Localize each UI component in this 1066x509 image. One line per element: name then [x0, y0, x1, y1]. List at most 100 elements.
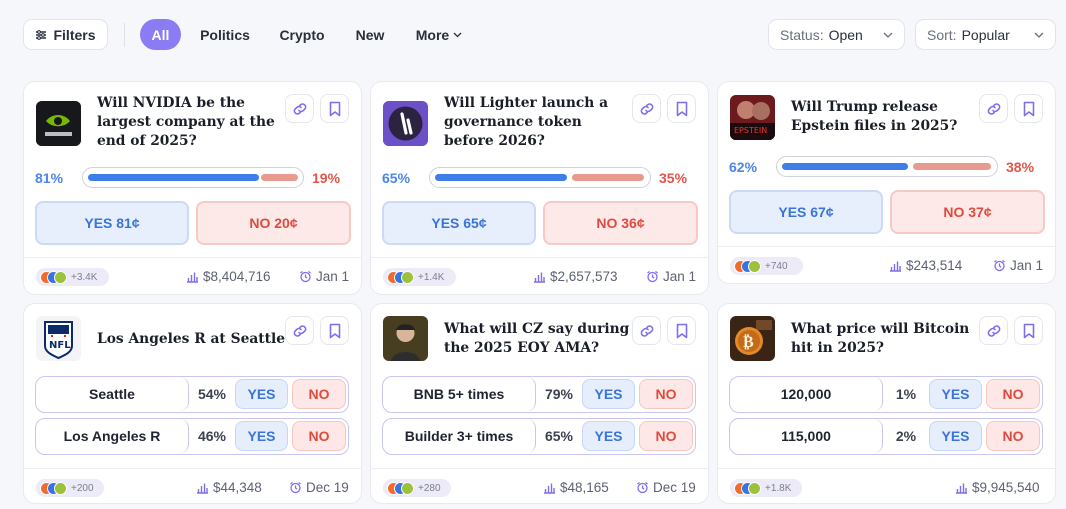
- outcome-row[interactable]: 120,000 1% YES NO: [729, 376, 1043, 413]
- trader-avatars[interactable]: +740: [730, 257, 803, 275]
- alarm-clock-icon: [647, 270, 658, 283]
- trader-count: +1.4K: [418, 271, 445, 283]
- tab-all[interactable]: All: [140, 19, 181, 50]
- market-card[interactable]: Will NVIDIA be the largest company at th…: [23, 81, 362, 295]
- copy-link-button[interactable]: [632, 94, 661, 123]
- outcome-row[interactable]: Seattle 54% YES NO: [35, 376, 349, 413]
- filters-button[interactable]: Filters: [23, 19, 108, 50]
- bookmark-button[interactable]: [667, 94, 696, 123]
- bookmark-button[interactable]: [667, 316, 696, 345]
- trader-avatars[interactable]: +1.8K: [730, 479, 802, 497]
- bookmark-button[interactable]: [1014, 316, 1043, 345]
- divider: [24, 257, 361, 258]
- divider: [718, 246, 1055, 247]
- bar-chart-icon: [890, 261, 901, 272]
- no-fill: [572, 174, 644, 181]
- market-title[interactable]: Los Angeles R at Seattle: [97, 330, 287, 349]
- copy-link-button[interactable]: [285, 316, 314, 345]
- buy-no-button[interactable]: NO: [639, 421, 693, 451]
- buy-no-button[interactable]: NO 20¢: [196, 201, 351, 245]
- bookmark-button[interactable]: [320, 316, 349, 345]
- svg-text:NFL: NFL: [49, 340, 71, 351]
- outcome-row[interactable]: BNB 5+ times 79% YES NO: [382, 376, 696, 413]
- yes-percent: 81%: [35, 170, 64, 186]
- end-date: Jan 1: [646, 269, 696, 284]
- buy-yes-button[interactable]: YES: [582, 379, 635, 409]
- bookmark-button[interactable]: [1014, 94, 1043, 123]
- market-card[interactable]: What will CZ say during the 2025 EOY AMA…: [370, 303, 709, 504]
- outcome-row[interactable]: 115,000 2% YES NO: [729, 418, 1043, 455]
- no-percent: 38%: [1006, 159, 1035, 175]
- outcome-label: 120,000: [730, 377, 883, 411]
- alarm-clock-icon: [637, 481, 648, 494]
- tab-more[interactable]: More: [408, 19, 470, 50]
- market-title[interactable]: Will NVIDIA be the largest company at th…: [97, 94, 282, 151]
- buy-yes-button[interactable]: YES 81¢: [35, 201, 189, 245]
- divider: [371, 468, 708, 469]
- buy-yes-button[interactable]: YES 67¢: [729, 190, 883, 234]
- tab-new[interactable]: New: [350, 19, 390, 50]
- volume-value: $44,348: [213, 480, 262, 495]
- copy-link-button[interactable]: [979, 94, 1008, 123]
- tab-politics[interactable]: Politics: [195, 19, 255, 50]
- link-icon: [640, 102, 653, 115]
- outcome-row[interactable]: Los Angeles R 46% YES NO: [35, 418, 349, 455]
- outcome-percent: 54%: [197, 386, 227, 402]
- outcome-label: Seattle: [36, 377, 189, 411]
- market-card[interactable]: ₿ What price will Bitcoin hit in 2025? 1…: [717, 303, 1056, 504]
- status-select[interactable]: Status: Open: [768, 19, 905, 50]
- copy-link-button[interactable]: [632, 316, 661, 345]
- buy-no-button[interactable]: NO: [986, 379, 1040, 409]
- buy-no-button[interactable]: NO: [639, 379, 693, 409]
- divider: [718, 468, 1055, 469]
- copy-link-button[interactable]: [285, 94, 314, 123]
- market-card[interactable]: NFL Los Angeles R at Seattle Seattle 54%…: [23, 303, 362, 504]
- svg-text:EPSTEIN: EPSTEIN: [734, 126, 767, 135]
- bookmark-icon: [329, 323, 340, 338]
- market-card[interactable]: Will Lighter launch a governance token b…: [370, 81, 709, 295]
- no-fill: [261, 174, 298, 181]
- market-title[interactable]: Will Lighter launch a governance token b…: [444, 94, 629, 151]
- buy-yes-button[interactable]: YES 65¢: [382, 201, 536, 245]
- bar-chart-icon: [197, 483, 208, 494]
- buy-no-button[interactable]: NO: [292, 421, 346, 451]
- sort-select[interactable]: Sort: Popular: [915, 19, 1056, 50]
- volume-value: $48,165: [560, 480, 609, 495]
- trader-count: +3.4K: [71, 271, 98, 283]
- buy-no-button[interactable]: NO 37¢: [890, 190, 1045, 234]
- link-icon: [293, 324, 306, 337]
- avatar: [54, 270, 67, 284]
- cz-photo: [383, 316, 428, 361]
- end-date-value: Jan 1: [663, 269, 697, 284]
- outcome-percent: 46%: [197, 428, 227, 444]
- buy-no-button[interactable]: NO: [986, 421, 1040, 451]
- buy-yes-button[interactable]: YES: [235, 379, 288, 409]
- buy-no-button[interactable]: NO 36¢: [543, 201, 698, 245]
- sort-value: Popular: [961, 26, 1010, 43]
- market-title[interactable]: What will CZ say during the 2025 EOY AMA…: [444, 320, 634, 358]
- market-card[interactable]: EPSTEIN Will Trump release Epstein files…: [717, 81, 1056, 284]
- bar-chart-icon: [187, 272, 198, 283]
- bookmark-button[interactable]: [320, 94, 349, 123]
- buy-yes-button[interactable]: YES: [235, 421, 288, 451]
- trader-avatars[interactable]: +280: [383, 479, 451, 497]
- bookmark-icon: [676, 101, 687, 116]
- buy-yes-button[interactable]: YES: [929, 379, 982, 409]
- volume: $8,404,716: [186, 269, 271, 284]
- trader-avatars[interactable]: +200: [36, 479, 104, 497]
- trader-avatars[interactable]: +3.4K: [36, 268, 109, 286]
- yes-fill: [88, 174, 259, 181]
- copy-link-button[interactable]: [979, 316, 1008, 345]
- market-title[interactable]: Will Trump release Epstein files in 2025…: [791, 98, 976, 136]
- volume: $48,165: [543, 480, 609, 495]
- trader-count: +200: [71, 482, 94, 494]
- buy-no-button[interactable]: NO: [292, 379, 346, 409]
- outcome-label: BNB 5+ times: [383, 377, 536, 411]
- trader-avatars[interactable]: +1.4K: [383, 268, 456, 286]
- tab-crypto[interactable]: Crypto: [274, 19, 330, 50]
- buy-yes-button[interactable]: YES: [929, 421, 982, 451]
- market-title[interactable]: What price will Bitcoin hit in 2025?: [791, 320, 981, 358]
- outcome-row[interactable]: Builder 3+ times 65% YES NO: [382, 418, 696, 455]
- buy-yes-button[interactable]: YES: [582, 421, 635, 451]
- avatar: [748, 259, 761, 273]
